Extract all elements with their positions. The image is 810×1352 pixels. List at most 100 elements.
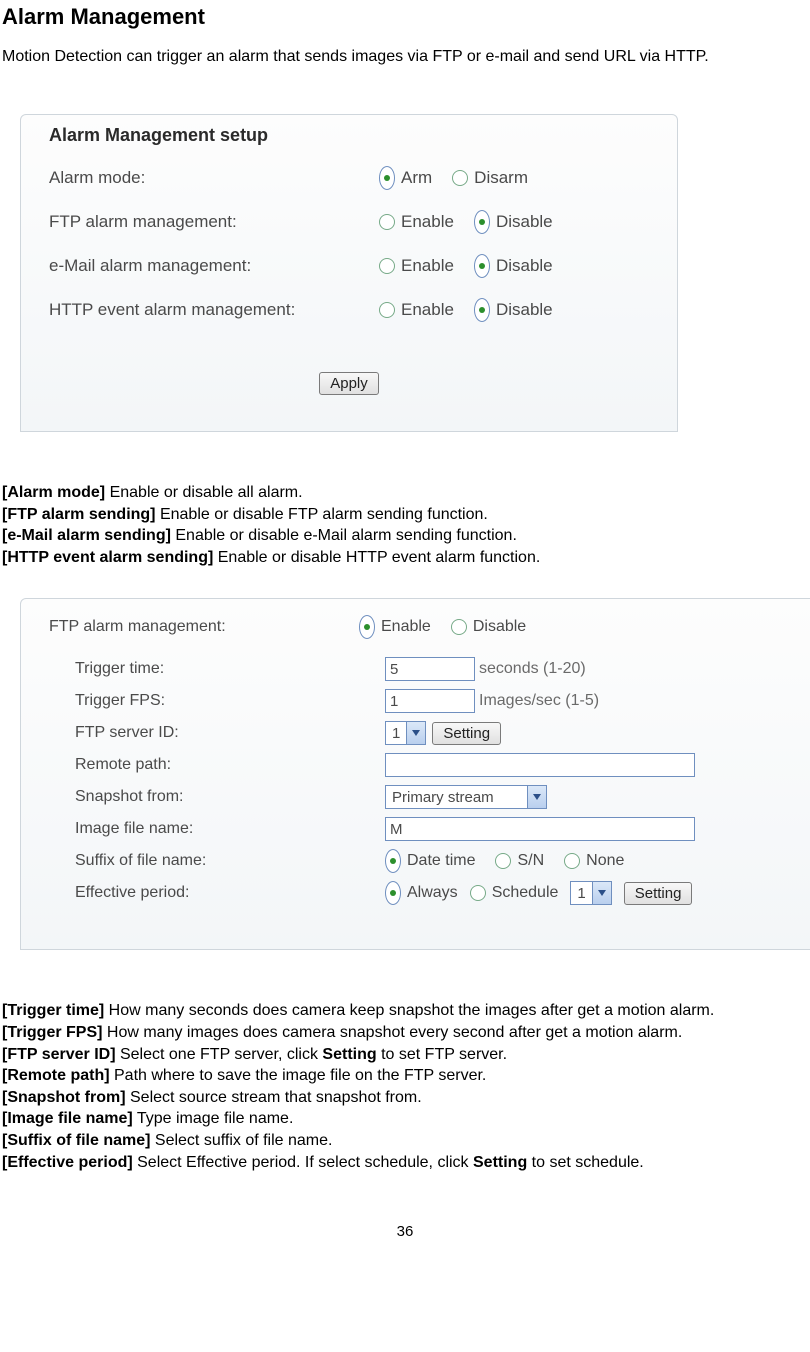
radio-dot-icon [379, 258, 395, 274]
row-http-alarm: HTTP event alarm management: Enable Disa… [49, 298, 649, 322]
def-term: [e-Mail alarm sending] [2, 527, 171, 544]
trigger-time-input[interactable]: 5 [385, 657, 475, 681]
radio-dot-icon [452, 170, 468, 186]
def-text: Enable or disable all alarm. [105, 484, 302, 501]
radio-datetime[interactable]: Date time [385, 849, 475, 873]
remote-path-input[interactable] [385, 753, 695, 777]
def-term: [Snapshot from] [2, 1089, 126, 1106]
row-trigger-fps: Trigger FPS: 1 Images/sec (1-5) [75, 689, 789, 713]
def-text: Select suffix of file name. [150, 1132, 332, 1149]
select-value: Primary stream [386, 789, 500, 806]
schedule-select[interactable]: 1 [570, 881, 611, 905]
row-email-alarm: e-Mail alarm management: Enable Disable [49, 254, 649, 278]
radio-enable[interactable]: Enable [379, 300, 454, 320]
def-strong: Setting [473, 1154, 527, 1171]
def-term: [FTP alarm sending] [2, 506, 156, 523]
label: HTTP event alarm management: [49, 300, 379, 320]
trigger-fps-input[interactable]: 1 [385, 689, 475, 713]
row-alarm-mode: Alarm mode: Arm Disarm [49, 166, 649, 190]
radio-disable[interactable]: Disable [474, 298, 553, 322]
row-image-file-name: Image file name: M [75, 817, 789, 841]
label: Trigger FPS: [75, 692, 385, 710]
page-number: 36 [2, 1223, 808, 1240]
chevron-down-icon [527, 786, 546, 808]
hint: Images/sec (1-5) [479, 692, 599, 710]
setting-button[interactable]: Setting [432, 722, 501, 745]
radio-disarm[interactable]: Disarm [452, 168, 528, 188]
setting-button[interactable]: Setting [624, 882, 693, 905]
ftp-id-select[interactable]: 1 [385, 721, 426, 745]
label: FTP server ID: [75, 724, 385, 742]
radio-label: Arm [401, 168, 432, 188]
radio-arm[interactable]: Arm [379, 166, 432, 190]
label: Remote path: [75, 756, 385, 774]
radio-disable[interactable]: Disable [451, 618, 526, 636]
radio-enable[interactable]: Enable [379, 256, 454, 276]
row-snapshot-from: Snapshot from: Primary stream [75, 785, 789, 809]
page-title: Alarm Management [2, 4, 808, 30]
def-term: [FTP server ID] [2, 1046, 116, 1063]
radio-dot-icon [379, 302, 395, 318]
radio-enable[interactable]: Enable [359, 615, 431, 639]
label: FTP alarm management: [49, 618, 359, 636]
chevron-down-icon [592, 882, 611, 904]
def-text: How many images does camera snapshot eve… [102, 1024, 682, 1041]
hint: seconds (1-20) [479, 660, 586, 678]
label: FTP alarm management: [49, 212, 379, 232]
radio-dot-icon [470, 885, 486, 901]
def-text: Enable or disable e-Mail alarm sending f… [171, 527, 517, 544]
radio-label: Enable [401, 256, 454, 276]
radio-dot-icon [451, 619, 467, 635]
def-term: [Trigger time] [2, 1002, 104, 1019]
panel-title: Alarm Management setup [49, 125, 649, 146]
select-value: 1 [571, 885, 591, 902]
radio-label: Date time [407, 852, 475, 870]
radio-label: Enable [381, 618, 431, 636]
label: e-Mail alarm management: [49, 256, 379, 276]
select-value: 1 [386, 725, 406, 742]
radio-label: Always [407, 884, 458, 902]
radio-always[interactable]: Always [385, 881, 458, 905]
radio-label: Enable [401, 212, 454, 232]
radio-dot-icon [359, 615, 375, 639]
ftp-alarm-panel: FTP alarm management: Enable Disable Tri… [20, 598, 810, 950]
radio-disable[interactable]: Disable [474, 210, 553, 234]
radio-schedule[interactable]: Schedule [470, 884, 559, 902]
row-remote-path: Remote path: [75, 753, 789, 777]
radio-dot-icon [564, 853, 580, 869]
def-term: [Suffix of file name] [2, 1132, 150, 1149]
radio-dot-icon [495, 853, 511, 869]
radio-label: None [586, 852, 624, 870]
radio-dot-icon [379, 214, 395, 230]
label: Image file name: [75, 820, 385, 838]
radio-dot-icon [385, 849, 401, 873]
alarm-setup-panel: Alarm Management setup Alarm mode: Arm D… [20, 114, 678, 432]
label: Alarm mode: [49, 168, 379, 188]
radio-label: Disable [496, 212, 553, 232]
row-effective-period: Effective period: Always Schedule 1 Sett… [75, 881, 789, 905]
label: Trigger time: [75, 660, 385, 678]
image-file-input[interactable]: M [385, 817, 695, 841]
radio-label: Disarm [474, 168, 528, 188]
apply-button[interactable]: Apply [319, 372, 379, 395]
row-trigger-time: Trigger time: 5 seconds (1-20) [75, 657, 789, 681]
def-term: [HTTP event alarm sending] [2, 549, 213, 566]
radio-disable[interactable]: Disable [474, 254, 553, 278]
label: Effective period: [75, 884, 385, 902]
radio-label: Disable [496, 256, 553, 276]
def-text: How many seconds does camera keep snapsh… [104, 1002, 714, 1019]
def-text: Enable or disable FTP alarm sending func… [156, 506, 488, 523]
definitions-block-1: [Alarm mode] Enable or disable all alarm… [2, 482, 808, 568]
radio-dot-icon [474, 210, 490, 234]
def-term: [Remote path] [2, 1067, 110, 1084]
def-term: [Trigger FPS] [2, 1024, 102, 1041]
snapshot-from-select[interactable]: Primary stream [385, 785, 547, 809]
label: Snapshot from: [75, 788, 385, 806]
radio-enable[interactable]: Enable [379, 212, 454, 232]
row-ftp-alarm: FTP alarm management: Enable Disable [49, 210, 649, 234]
radio-none[interactable]: None [564, 852, 624, 870]
radio-dot-icon [379, 166, 395, 190]
row-suffix: Suffix of file name: Date time S/N None [75, 849, 789, 873]
radio-sn[interactable]: S/N [495, 852, 544, 870]
def-text: Path where to save the image file on the… [110, 1067, 487, 1084]
